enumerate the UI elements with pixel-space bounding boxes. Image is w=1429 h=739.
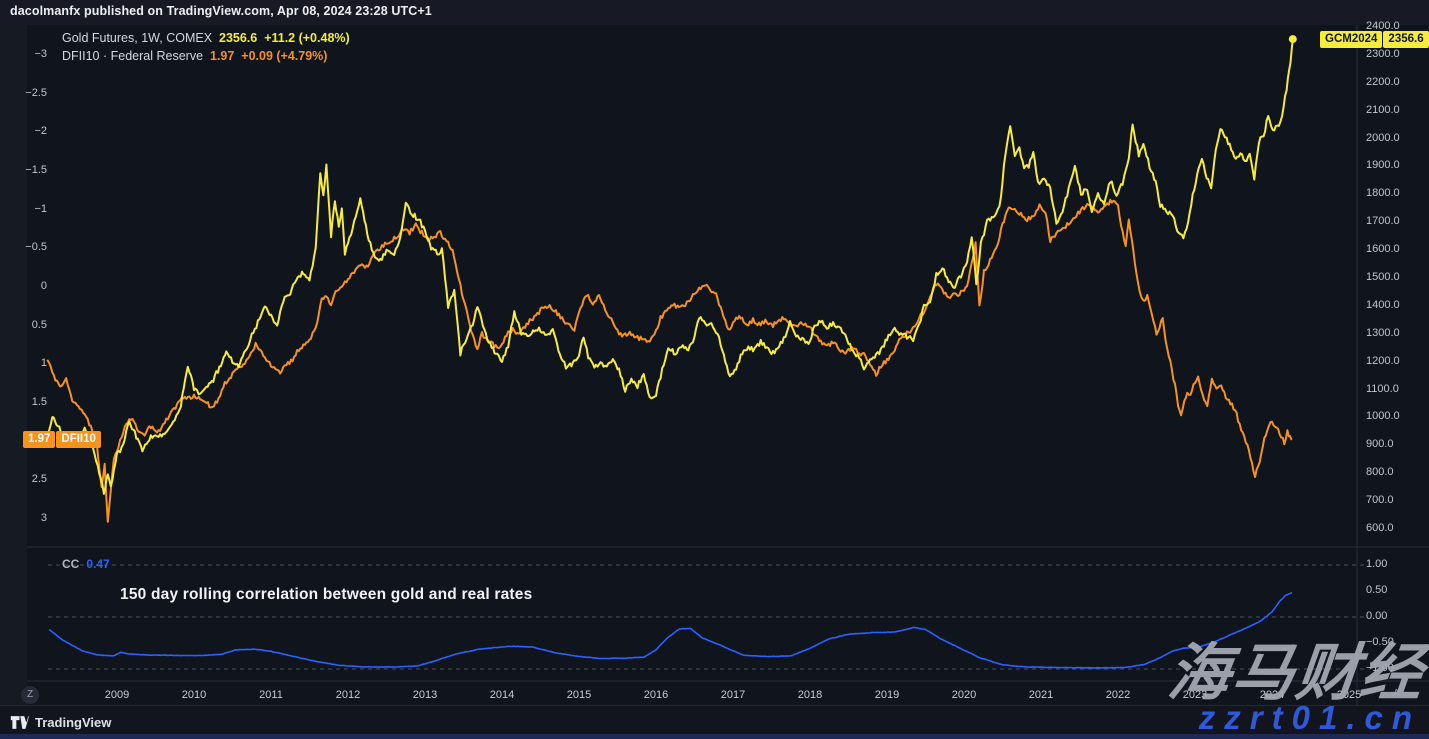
left-axis-tick: −3: [0, 48, 47, 60]
right-axis-tick: 1700.0: [1366, 215, 1400, 227]
time-axis-year-label: 2011: [259, 689, 283, 701]
right-axis-tick: 2000.0: [1366, 132, 1400, 144]
time-axis-year-label: 2020: [952, 689, 976, 701]
time-axis-year-label: 2019: [875, 689, 899, 701]
legend-row-dfii[interactable]: DFII10 · Federal Reserve 1.97 +0.09 (+4.…: [62, 47, 350, 65]
main-legend: Gold Futures, 1W, COMEX 2356.6 +11.2 (+0…: [62, 29, 350, 65]
time-axis-year-label: 2015: [567, 689, 591, 701]
tradingview-logo-icon: [10, 714, 29, 731]
time-axis-year-label: 2017: [721, 689, 745, 701]
left-axis-tick: 0: [0, 280, 47, 292]
left-axis-tick: −2: [0, 125, 47, 137]
right-axis-tick: 1300.0: [1366, 327, 1400, 339]
gold-last-point-marker: [1289, 35, 1297, 43]
gold-price-badge: 2356.6: [1383, 31, 1428, 48]
dfii-value-badge: 1.97: [23, 431, 55, 448]
time-axis-year-label: 2016: [644, 689, 668, 701]
right-axis-tick: 2200.0: [1366, 76, 1400, 88]
cc-axis-tick: 0.50: [1366, 584, 1387, 596]
left-axis-tick: −1: [0, 203, 47, 215]
right-axis-tick: 600.0: [1366, 522, 1394, 534]
left-axis-tick: 3: [0, 512, 47, 524]
legend-row-gold[interactable]: Gold Futures, 1W, COMEX 2356.6 +11.2 (+0…: [62, 29, 350, 47]
timezone-button[interactable]: Z: [21, 686, 39, 704]
right-axis-tick: 700.0: [1366, 494, 1394, 506]
dfii-last-value-label: 1.97 DFII10: [22, 431, 101, 448]
correlation-annotation: 150 day rolling correlation between gold…: [120, 586, 532, 604]
gold-line-series[interactable]: [48, 39, 1293, 494]
right-axis-tick: 2100.0: [1366, 104, 1400, 116]
gold-series-value: 2356.6: [219, 31, 257, 45]
cc-indicator-legend[interactable]: CC 0.47: [62, 557, 110, 571]
right-axis-tick: 1800.0: [1366, 187, 1400, 199]
right-axis-tick: 900.0: [1366, 438, 1394, 450]
cc-indicator-name: CC: [62, 557, 79, 571]
time-axis-year-label: 2021: [1029, 689, 1053, 701]
right-axis-tick: 1000.0: [1366, 410, 1400, 422]
watermark-domain: zzrt01.cn: [1199, 699, 1421, 737]
right-axis-tick: 1400.0: [1366, 299, 1400, 311]
left-axis-tick: −2.5: [0, 87, 47, 99]
left-axis-tick: −0.5: [0, 241, 47, 253]
left-axis-tick: 0.5: [0, 319, 47, 331]
left-axis-tick: −1.5: [0, 164, 47, 176]
gold-last-price-label: GCM2024 2356.6: [1319, 31, 1429, 48]
right-axis-tick: 1200.0: [1366, 355, 1400, 367]
right-axis-tick: 1600.0: [1366, 243, 1400, 255]
dfii-series-change: +0.09 (+4.79%): [241, 49, 327, 63]
tradingview-snapshot: dacolmanfx published on TradingView.com,…: [0, 0, 1429, 739]
right-axis-tick: 1100.0: [1366, 383, 1399, 395]
right-axis-tick: 1900.0: [1366, 159, 1400, 171]
time-axis-year-label: 2014: [490, 689, 514, 701]
left-axis-tick: 2.5: [0, 473, 47, 485]
dfii10-line-series[interactable]: [48, 200, 1292, 522]
time-axis-year-label: 2010: [182, 689, 206, 701]
dfii-ticker-badge: DFII10: [56, 431, 101, 448]
time-axis-year-label: 2018: [798, 689, 822, 701]
right-axis-tick: 800.0: [1366, 466, 1394, 478]
cc-axis-tick: 0.00: [1366, 610, 1387, 622]
cc-indicator-value: 0.47: [86, 557, 109, 571]
time-axis-year-label: 2022: [1106, 689, 1130, 701]
gold-series-change: +11.2 (+0.48%): [264, 31, 349, 45]
left-axis-tick: 1: [0, 357, 47, 369]
gold-series-name: Gold Futures, 1W, COMEX: [62, 31, 212, 45]
tradingview-brand[interactable]: TradingView: [10, 714, 111, 731]
left-axis-tick: 1.5: [0, 396, 47, 408]
cc-axis-tick: 1.00: [1366, 558, 1387, 570]
time-axis-year-label: 2012: [336, 689, 360, 701]
time-axis-year-label: 2009: [105, 689, 129, 701]
time-axis-year-label: 2013: [413, 689, 437, 701]
tradingview-brand-label: TradingView: [35, 715, 111, 730]
right-axis-tick: 1500.0: [1366, 271, 1400, 283]
dfii-series-value: 1.97: [210, 49, 234, 63]
dfii-series-name: DFII10 · Federal Reserve: [62, 49, 203, 63]
gold-ticker-badge: GCM2024: [1320, 31, 1382, 48]
right-axis-tick: 2300.0: [1366, 48, 1400, 60]
